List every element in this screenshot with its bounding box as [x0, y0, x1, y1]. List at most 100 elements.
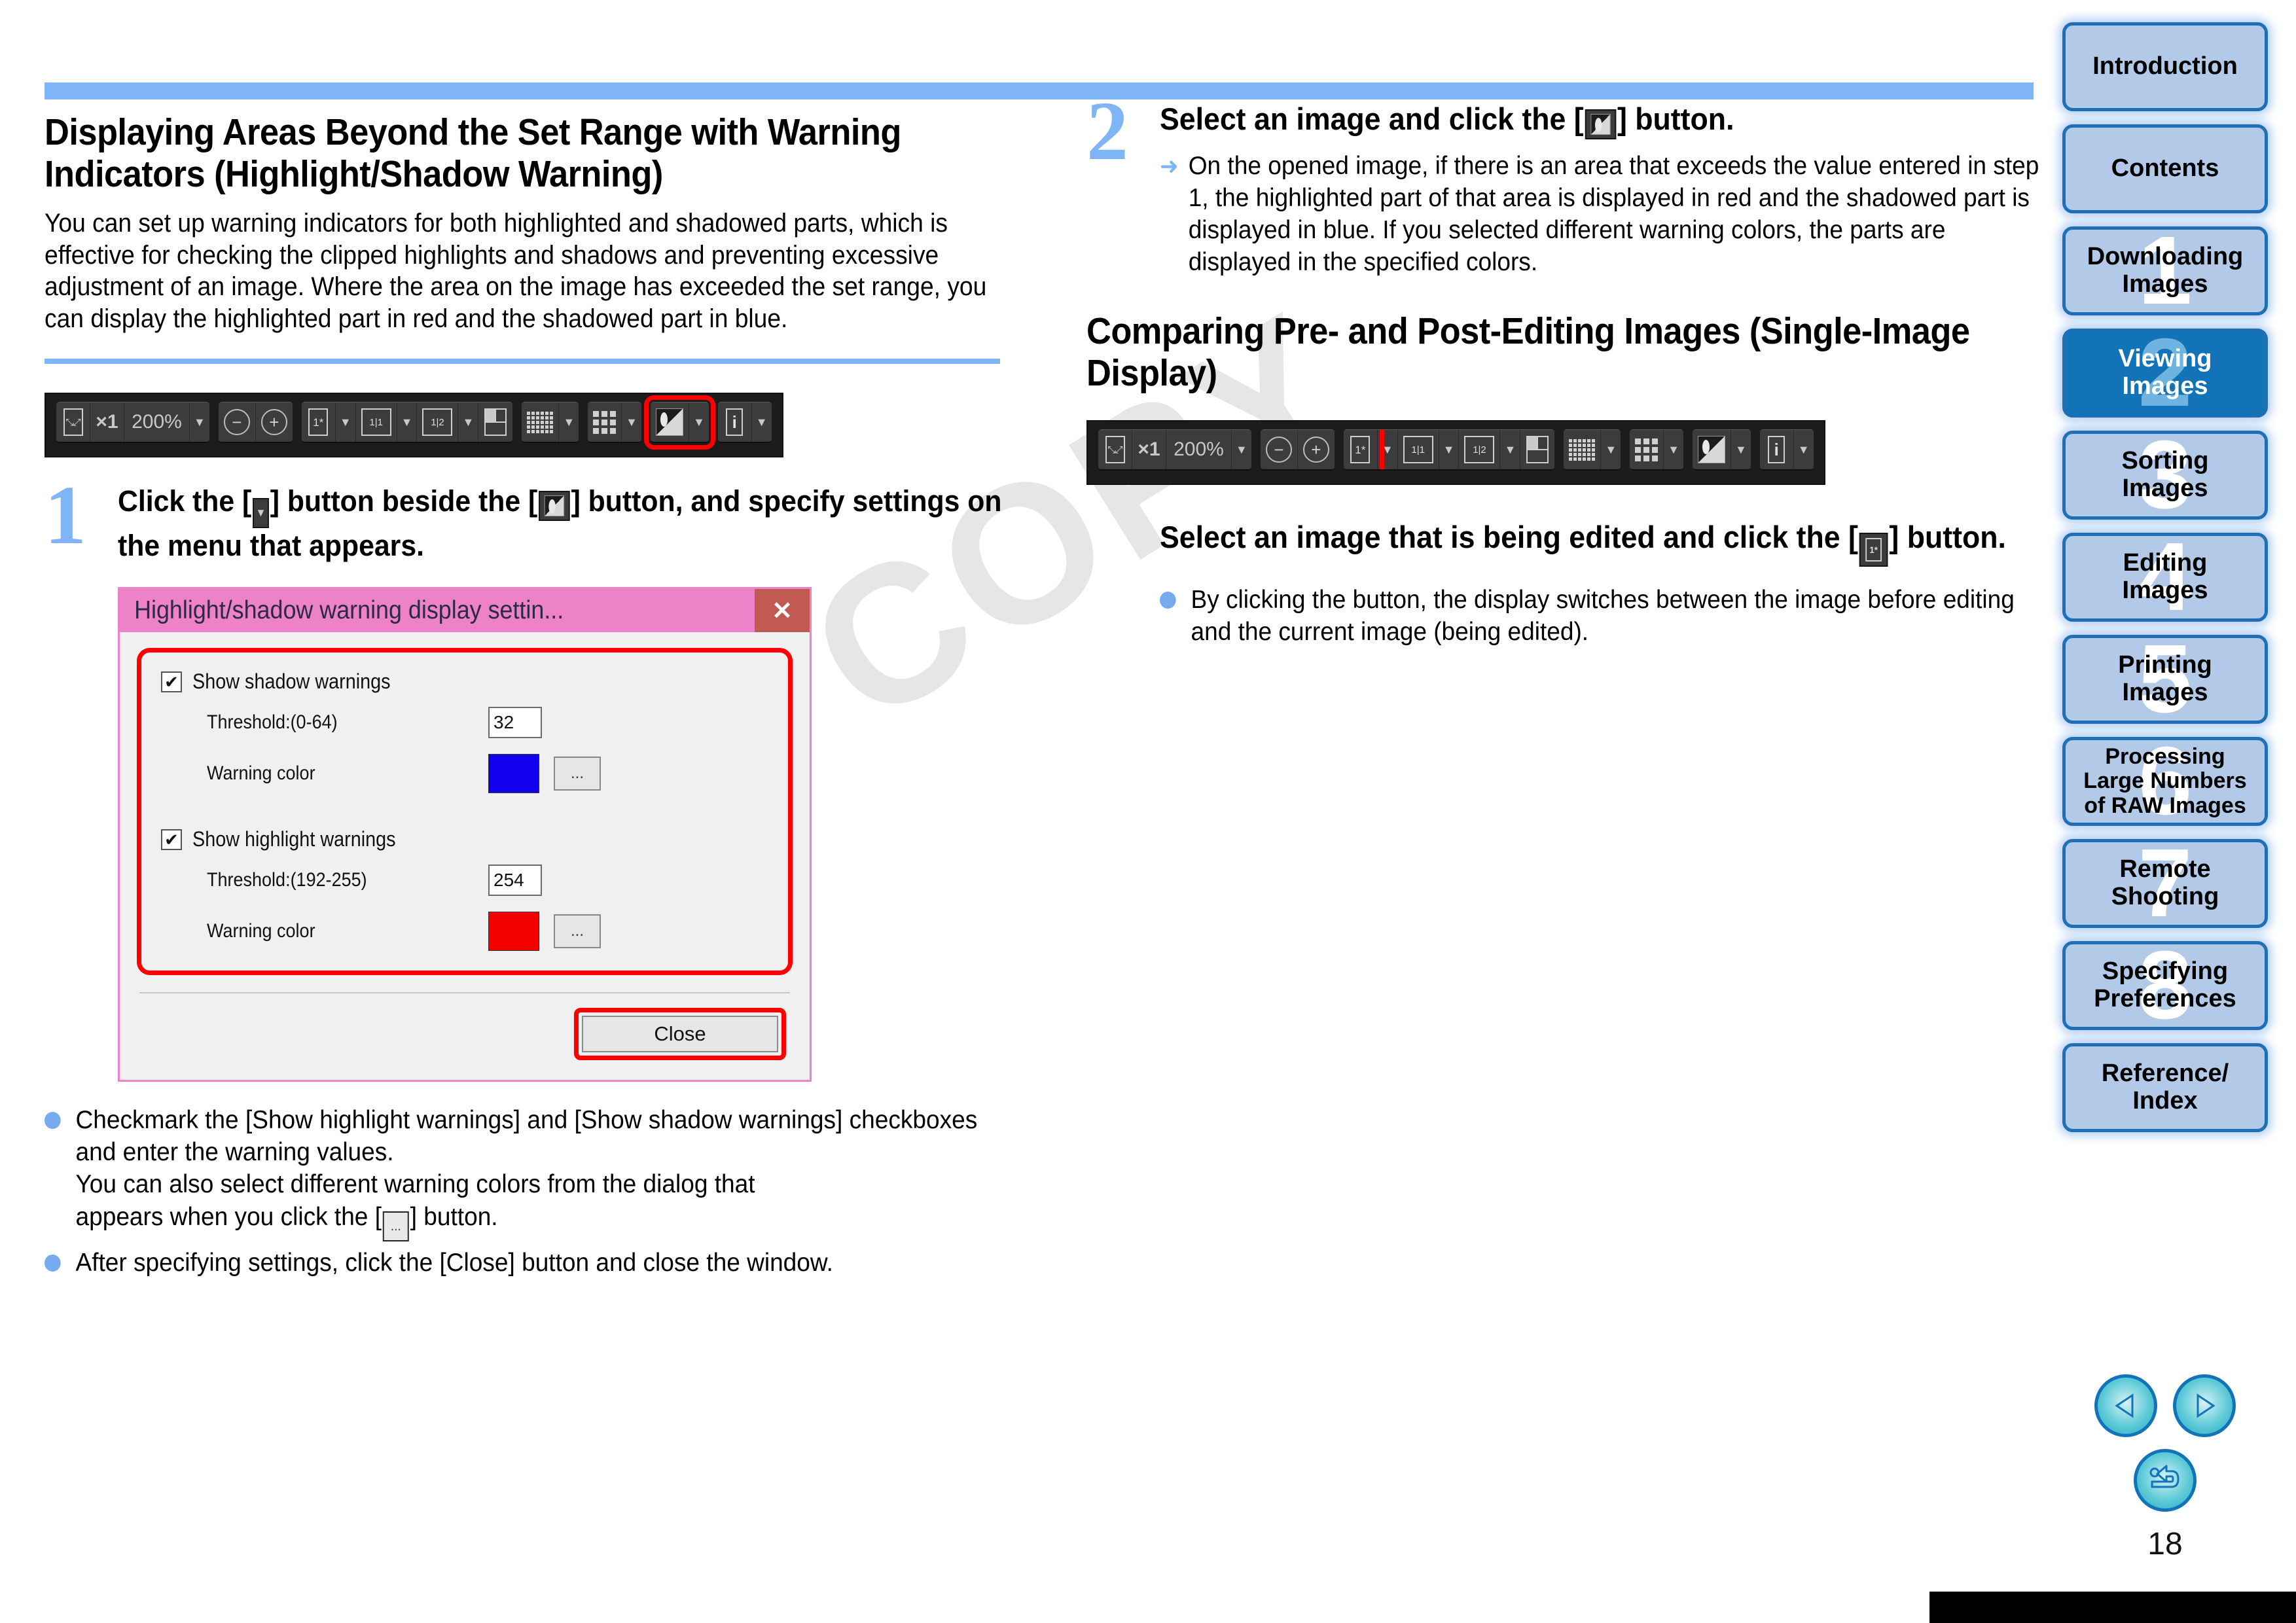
chevron-down-icon[interactable]: ▼	[1500, 430, 1521, 470]
actual-size-button[interactable]: ×1	[1132, 430, 1166, 470]
sidebar-item-viewing-images[interactable]: 2 Viewing Images	[2062, 329, 2268, 418]
zoom-out-icon[interactable]: −	[218, 402, 256, 442]
step-2-result-text: ➜ On the opened image, if there is an ar…	[1160, 150, 2041, 279]
right-bullet-text: By clicking the button, the display swit…	[1191, 586, 2015, 647]
highlight-color-picker-button[interactable]: ...	[554, 914, 601, 949]
chevron-down-icon[interactable]: ▼	[689, 402, 709, 442]
sidebar-item-label: Remote Shooting	[2111, 855, 2219, 910]
zoom-in-icon[interactable]: +	[255, 402, 293, 442]
highlight-shadow-warning-button[interactable]: ▼	[643, 395, 715, 450]
right-subsection: Select an image that is being edited and…	[1086, 519, 2036, 648]
grid-icon[interactable]	[1564, 430, 1602, 470]
chevron-down-icon[interactable]: ▼	[1664, 430, 1683, 470]
chevron-down-icon[interactable]: ▼	[1731, 430, 1751, 470]
split-view-icon[interactable]	[1520, 430, 1555, 470]
toolbar-group-highlight-shadow[interactable]: ▼	[1692, 429, 1751, 471]
toolbar-group-compare[interactable]: 1* ▼ 1|1 ▼ 1|2 ▼	[1343, 429, 1555, 471]
toolbar-group-zoominout[interactable]: − +	[1260, 429, 1335, 471]
right-subheading-part1: Select an image that is being edited and…	[1160, 520, 1858, 555]
toolbar-group-grid[interactable]: ▼	[522, 402, 579, 443]
shadow-color-label: Warning color	[207, 762, 315, 785]
actual-size-button[interactable]: ×1	[90, 402, 124, 442]
sidebar-item-downloading-images[interactable]: 1 Downloading Images	[2062, 226, 2268, 315]
chevron-down-icon[interactable]: ▼	[458, 402, 479, 442]
toolbar-group-compare[interactable]: 1* ▼ 1|1 ▼ 1|2 ▼	[301, 402, 513, 443]
compare-two-icon[interactable]: 1|1	[355, 402, 397, 442]
sidebar-item-remote-shooting[interactable]: 7 Remote Shooting	[2062, 839, 2268, 928]
zoom-in-icon[interactable]: +	[1297, 430, 1335, 470]
close-icon[interactable]: ✕	[755, 589, 810, 633]
toolbar-group-thumbnail[interactable]: ▼	[1630, 429, 1683, 471]
highlight-shadow-icon[interactable]	[650, 402, 689, 442]
chevron-down-icon[interactable]: ▼	[1793, 430, 1814, 470]
chevron-down-icon[interactable]: ▼	[1232, 430, 1251, 470]
sidebar-item-sorting-images[interactable]: 3 Sorting Images	[2062, 431, 2268, 520]
highlight-shadow-icon[interactable]	[1692, 430, 1731, 470]
chevron-down-icon[interactable]: ▼	[397, 402, 418, 442]
previous-page-button[interactable]	[2094, 1374, 2157, 1437]
thumbnail-icon[interactable]	[1630, 430, 1664, 470]
bullet-dot-icon	[45, 1112, 61, 1130]
step-1-heading: Click the [▼] button beside the [] butto…	[118, 484, 1006, 563]
back-button[interactable]	[2134, 1449, 2197, 1512]
close-button[interactable]: Close	[582, 1016, 778, 1053]
chevron-down-icon[interactable]: ▼	[622, 402, 641, 442]
compare-two-icon[interactable]: 1|1	[1397, 430, 1439, 470]
before-after-compare-button[interactable]: 1*	[1343, 430, 1384, 470]
step-number: 2	[1086, 84, 1128, 177]
sidebar-item-printing-images[interactable]: 5 Printing Images	[2062, 635, 2268, 724]
grid-icon[interactable]	[522, 402, 560, 442]
highlight-warning-row[interactable]: ✔ Show highlight warnings	[161, 827, 768, 851]
info-icon[interactable]: i	[1759, 430, 1794, 470]
chevron-down-icon[interactable]: ▼	[559, 402, 579, 442]
zoom-level-value[interactable]: 200%	[124, 402, 190, 442]
toolbar-group-zoominout[interactable]: − +	[218, 402, 293, 443]
shadow-color-picker-button[interactable]: ...	[554, 757, 601, 791]
sidebar-item-processing-raw[interactable]: 6 Processing Large Numbers of RAW Images	[2062, 737, 2268, 826]
next-page-button[interactable]	[2173, 1374, 2236, 1437]
shadow-color-swatch[interactable]	[488, 754, 539, 794]
chevron-down-icon[interactable]: ▼	[1601, 430, 1621, 470]
before-after-icon[interactable]: 1*	[301, 402, 336, 442]
chevron-down-icon[interactable]: ▼	[190, 402, 209, 442]
show-highlight-warnings-checkbox[interactable]: ✔	[161, 829, 182, 850]
viewer-toolbar-left[interactable]: ⤡⤢ ×1 200% ▼ − + 1* ▼ 1|1 ▼ 1|2 ▼ ▼ ▼ ▼ …	[45, 393, 783, 457]
thumbnail-icon[interactable]	[588, 402, 622, 442]
sidebar-item-contents[interactable]: Contents	[2062, 124, 2268, 213]
zoom-out-icon[interactable]: −	[1260, 430, 1298, 470]
sidebar-item-editing-images[interactable]: 4 Editing Images	[2062, 533, 2268, 622]
chevron-down-icon[interactable]: ▼	[1377, 430, 1398, 470]
toolbar-group-grid[interactable]: ▼	[1564, 429, 1621, 471]
split-view-icon[interactable]	[478, 402, 513, 442]
highlight-color-swatch[interactable]	[488, 912, 539, 952]
toolbar-group-info[interactable]: i ▼	[717, 402, 772, 443]
shadow-warning-row[interactable]: ✔ Show shadow warnings	[161, 669, 768, 694]
sidebar-item-introduction[interactable]: Introduction	[2062, 22, 2268, 111]
two-up-icon[interactable]: 1|2	[1459, 430, 1501, 470]
viewer-toolbar-right[interactable]: ⤡⤢ ×1 200% ▼ − + 1* ▼ 1|1 ▼ 1|2 ▼ ▼ ▼ ▼ …	[1086, 420, 1825, 486]
show-shadow-warnings-checkbox[interactable]: ✔	[161, 671, 182, 692]
fit-to-window-icon[interactable]: ⤡⤢	[56, 402, 90, 442]
dialog-body: ✔ Show shadow warnings Threshold:(0-64) …	[120, 632, 810, 1080]
chevron-down-icon[interactable]: ▼	[335, 402, 356, 442]
sidebar-item-reference-index[interactable]: Reference/ Index	[2062, 1043, 2268, 1132]
toolbar-group-zoom[interactable]: ⤡⤢ ×1 200% ▼	[1098, 429, 1251, 471]
two-up-icon[interactable]: 1|2	[417, 402, 459, 442]
sidebar-item-label: Downloading Images	[2087, 243, 2244, 298]
toolbar-group-info[interactable]: i ▼	[1759, 429, 1814, 471]
toolbar-group-thumbnail[interactable]: ▼	[588, 402, 641, 443]
highlight-threshold-row: Threshold:(192-255) 254	[207, 865, 768, 897]
sidebar-item-label: Viewing Images	[2118, 345, 2212, 400]
dropdown-arrow-chip: ▼	[253, 498, 269, 529]
highlight-shadow-dialog[interactable]: Highlight/shadow warning display settin.…	[118, 587, 812, 1082]
sidebar-item-label: Reference/ Index	[2101, 1060, 2229, 1115]
toolbar-group-zoom[interactable]: ⤡⤢ ×1 200% ▼	[56, 402, 209, 443]
chevron-down-icon[interactable]: ▼	[1439, 430, 1460, 470]
highlight-threshold-input[interactable]: 254	[488, 865, 542, 897]
fit-to-window-icon[interactable]: ⤡⤢	[1098, 430, 1132, 470]
shadow-threshold-input[interactable]: 32	[488, 707, 542, 739]
chevron-down-icon[interactable]: ▼	[751, 402, 772, 442]
info-icon[interactable]: i	[717, 402, 752, 442]
zoom-level-value[interactable]: 200%	[1166, 430, 1232, 470]
sidebar-item-specifying-preferences[interactable]: 8 Specifying Preferences	[2062, 941, 2268, 1030]
